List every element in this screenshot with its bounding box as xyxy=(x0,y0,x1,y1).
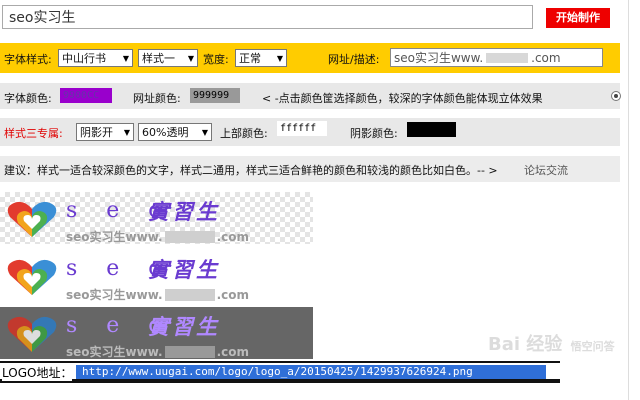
logo-address-field[interactable]: http://www.uugai.com/logo/logo_a/2015042… xyxy=(76,365,546,379)
opacity-select-value: 60%透明 xyxy=(142,126,189,139)
redacted-block xyxy=(486,52,529,63)
color-row: 字体颜色: 9900CC 网址颜色: 999999 < -点击颜色筐选择颜色，较… xyxy=(0,83,620,109)
shadow-color-swatch[interactable] xyxy=(407,122,456,137)
font-select-value: 中山行书 xyxy=(62,52,106,65)
subline-suffix: .com xyxy=(216,287,249,302)
redacted-block xyxy=(164,230,215,243)
font-style-label: 字体样式: xyxy=(4,53,52,66)
logo-address-label: LOGO地址： xyxy=(2,364,73,381)
style-select-value: 样式一 xyxy=(142,52,175,65)
style-select[interactable]: 样式一 ▼ xyxy=(138,49,198,67)
heart-logo-icon xyxy=(7,201,57,237)
tip-row: 建议：样式一适合较深颜色的文字，样式二通用，样式三适合鲜艳的颜色和较浅的颜色比如… xyxy=(0,156,620,182)
shadow-color-label: 阴影颜色: xyxy=(350,127,398,140)
redacted-block xyxy=(164,288,215,301)
start-make-button[interactable]: 开始制作 xyxy=(546,8,610,28)
url-suffix: .com xyxy=(531,50,561,65)
chevron-down-icon: ▼ xyxy=(122,53,129,63)
color-hint: < -点击颜色筐选择颜色，较深的字体颜色能体现立体效果 xyxy=(262,92,543,105)
font-color-label: 字体颜色: xyxy=(4,92,52,105)
logo-text-input[interactable] xyxy=(2,5,533,29)
chevron-down-icon: ▼ xyxy=(187,53,194,63)
brand-cn-text: 實習生 xyxy=(148,199,220,224)
style-three-label: 样式三专属: xyxy=(4,127,63,140)
style-three-row: 样式三专属: 阴影开 ▼ 60%透明 ▼ 上部颜色: ffffff 阴影颜色: xyxy=(0,118,620,146)
brand-subline: seo实习生www. .com xyxy=(66,286,249,303)
url-prefix: seo实习生www. xyxy=(394,51,484,65)
watermark-sub: 悟空问答 xyxy=(570,340,615,353)
subline-prefix: seo实习生www. xyxy=(66,288,163,302)
url-description-input[interactable]: seo实习生www. .com xyxy=(390,48,603,67)
url-color-label: 网址颜色: xyxy=(133,92,181,105)
brand-subline: seo实习生www. .com xyxy=(66,228,249,245)
width-select[interactable]: 正常 ▼ xyxy=(235,49,287,67)
brand-cn-text: 實習生 xyxy=(148,257,220,282)
shadow-select[interactable]: 阴影开 ▼ xyxy=(76,123,134,141)
heart-logo-icon xyxy=(7,259,57,295)
logo-preview-style-two[interactable]: s e o 實習生 seo实习生www. .com xyxy=(0,250,313,302)
chevron-down-icon: ▼ xyxy=(276,53,283,63)
brand-cn-text: 實習生 xyxy=(148,314,220,339)
redacted-block xyxy=(164,345,215,358)
subline-suffix: .com xyxy=(216,229,249,244)
font-color-swatch[interactable]: 9900CC xyxy=(60,88,112,103)
radio-button[interactable] xyxy=(611,91,621,101)
font-style-row: 字体样式: 中山行书 ▼ 样式一 ▼ 宽度: 正常 ▼ 网址/描述: seo实习… xyxy=(0,43,620,73)
subline-prefix: seo实习生www. xyxy=(66,345,163,359)
opacity-select[interactable]: 60%透明 ▼ xyxy=(138,123,212,141)
forum-link[interactable]: 论坛交流 xyxy=(524,162,568,178)
logo-preview-style-one[interactable]: s e o 實習生 seo实习生www. .com xyxy=(0,192,313,244)
top-color-swatch[interactable]: ffffff xyxy=(277,121,327,136)
url-color-swatch[interactable]: 999999 xyxy=(190,88,240,103)
font-select[interactable]: 中山行书 ▼ xyxy=(58,49,133,67)
heart-logo-icon xyxy=(7,316,57,352)
logo-address-bar: LOGO地址： http://www.uugai.com/logo/logo_a… xyxy=(0,361,560,383)
watermark-main: Bai 经验 xyxy=(488,334,563,355)
tip-text: 建议：样式一适合较深颜色的文字，样式二通用，样式三适合鲜艳的颜色和较浅的颜色比如… xyxy=(4,164,498,177)
chevron-down-icon: ▼ xyxy=(123,127,130,137)
width-select-value: 正常 xyxy=(239,52,261,65)
width-label: 宽度: xyxy=(203,53,229,66)
shadow-select-value: 阴影开 xyxy=(80,126,113,139)
brand-subline: seo实习生www. .com xyxy=(66,343,249,360)
subline-suffix: .com xyxy=(216,344,249,359)
baidu-watermark: Bai 经验 悟空问答 xyxy=(488,330,615,356)
subline-prefix: seo实习生www. xyxy=(66,230,163,244)
url-label: 网址/描述: xyxy=(328,53,380,66)
chevron-down-icon: ▼ xyxy=(201,127,208,137)
page-right-border xyxy=(628,0,629,400)
logo-preview-style-three[interactable]: s e o 實習生 seo实习生www. .com xyxy=(0,307,313,359)
top-color-label: 上部颜色: xyxy=(220,127,268,140)
